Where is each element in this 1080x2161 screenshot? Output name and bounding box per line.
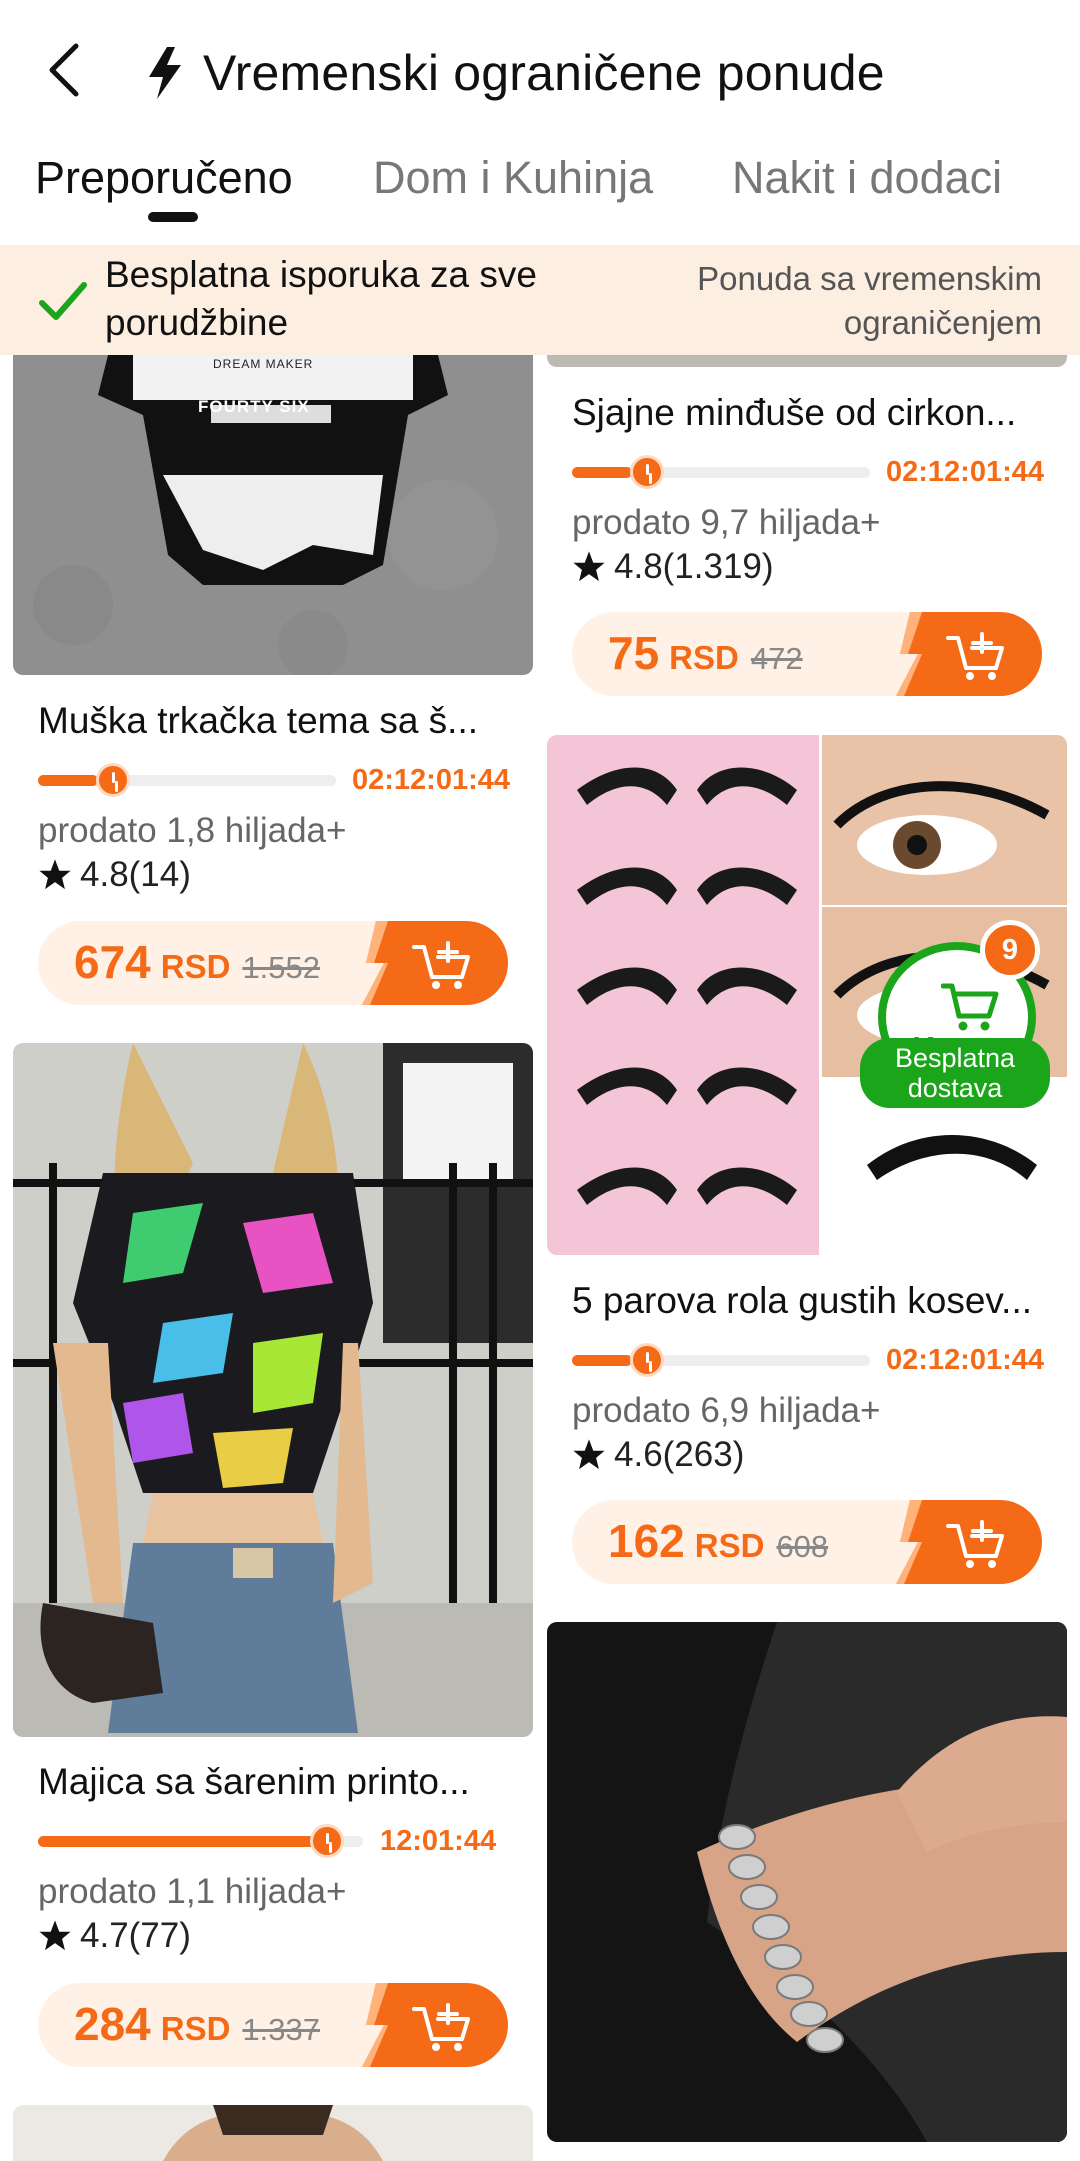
rating-value: 4.8 xyxy=(80,855,129,894)
countdown-timer: 02:12:01:44 xyxy=(886,1344,1044,1376)
review-count: (263) xyxy=(662,1435,745,1474)
review-count: (1.319) xyxy=(662,547,774,586)
price: 75 RSD 472 xyxy=(608,626,803,680)
sold-count: prodato 9,7 hiljada+ xyxy=(572,503,881,542)
star-icon xyxy=(573,551,605,582)
add-to-cart-icon[interactable] xyxy=(348,1983,508,2067)
header: Vremenski ograničene ponude xyxy=(0,0,1080,140)
active-tab-indicator xyxy=(148,212,198,222)
free-shipping-text: Besplatna isporuka za sve porudžbine xyxy=(105,254,537,343)
product-title[interactable]: Majica sa šarenim printo... xyxy=(38,1761,508,1803)
rating: 4.8 (1.319) xyxy=(572,547,774,587)
countdown-timer: 12:01:44 xyxy=(380,1825,497,1857)
price-value: 674 xyxy=(74,936,151,988)
sold-count: prodato 1,1 hiljada+ xyxy=(38,1872,347,1911)
price-bar[interactable]: 284 RSD 1.337 xyxy=(38,1983,508,2067)
sale-progress xyxy=(572,455,872,489)
add-to-cart-icon[interactable] xyxy=(882,612,1042,696)
price-value: 162 xyxy=(608,1515,685,1567)
tab-recommended[interactable]: Preporučeno xyxy=(35,152,293,204)
product-image-blouse[interactable] xyxy=(13,1043,533,1737)
price-bar[interactable]: 75 RSD 472 xyxy=(572,612,1042,696)
product-image-earrings[interactable] xyxy=(547,355,1067,367)
rating: 4.8 (14) xyxy=(38,855,191,895)
sale-progress xyxy=(572,1343,872,1377)
clock-icon xyxy=(310,1824,344,1858)
price-bar[interactable]: 674 RSD 1.552 xyxy=(38,921,508,1005)
sale-progress xyxy=(38,763,338,797)
cart-count-badge: 9 xyxy=(980,920,1040,980)
floating-cart[interactable]: Korpa 9 Besplatna dostava xyxy=(860,920,1050,1110)
cart-icon xyxy=(941,983,999,1031)
old-price: 1.552 xyxy=(242,950,321,985)
countdown-timer: 02:12:01:44 xyxy=(352,764,510,796)
price-bar[interactable]: 162 RSD 608 xyxy=(572,1500,1042,1584)
category-tabs: Preporučeno Dom i Kuhinja Nakit i dodaci xyxy=(0,140,1080,245)
currency: RSD xyxy=(160,948,231,985)
rating-value: 4.7 xyxy=(80,1916,129,1955)
promo-banner: Besplatna isporuka za sve porudžbine Pon… xyxy=(0,245,1080,355)
price: 284 RSD 1.337 xyxy=(74,1997,320,2051)
currency: RSD xyxy=(669,639,739,676)
product-title[interactable]: Sjajne minđuše od cirkon... xyxy=(572,392,1042,434)
rating-value: 4.8 xyxy=(614,547,663,586)
countdown-timer: 02:12:01:44 xyxy=(886,456,1044,488)
shirt-print-text: FOURTY SIX xyxy=(198,397,310,416)
sale-progress xyxy=(38,1824,368,1858)
free-delivery-badge: Besplatna dostava xyxy=(860,1038,1050,1108)
old-price: 472 xyxy=(750,641,803,676)
price-value: 284 xyxy=(74,1998,151,2050)
review-count: (77) xyxy=(128,1916,191,1955)
rating: 4.7 (77) xyxy=(38,1916,191,1956)
product-image-next[interactable] xyxy=(13,2105,533,2161)
star-icon xyxy=(39,859,71,890)
old-price: 1.337 xyxy=(242,2012,321,2047)
product-image-tshirt[interactable]: DREAM MAKER FOURTY SIX xyxy=(13,355,533,675)
product-image-bracelet[interactable] xyxy=(547,1622,1067,2142)
rating: 4.6 (263) xyxy=(572,1435,744,1475)
clock-icon xyxy=(630,455,664,489)
rating-value: 4.6 xyxy=(614,1435,663,1474)
tab-home-kitchen[interactable]: Dom i Kuhinja xyxy=(373,152,653,204)
sold-count: prodato 6,9 hiljada+ xyxy=(572,1391,881,1430)
price-value: 75 xyxy=(608,627,660,679)
lightning-icon xyxy=(149,47,181,99)
old-price: 608 xyxy=(776,1529,829,1564)
clock-icon xyxy=(96,763,130,797)
add-to-cart-icon[interactable] xyxy=(882,1500,1042,1584)
review-count: (14) xyxy=(128,855,191,894)
sold-count: prodato 1,8 hiljada+ xyxy=(38,811,347,850)
check-icon xyxy=(39,282,87,320)
star-icon xyxy=(573,1439,605,1470)
price: 162 RSD 608 xyxy=(608,1514,828,1568)
price: 674 RSD 1.552 xyxy=(74,935,320,989)
star-icon xyxy=(39,1920,71,1951)
clock-icon xyxy=(630,1343,664,1377)
tab-jewelry[interactable]: Nakit i dodaci xyxy=(732,152,1002,204)
title-wrap: Vremenski ograničene ponude xyxy=(145,38,885,108)
limited-offer-text: Ponuda sa vremenskim ograničenjem xyxy=(697,260,1042,341)
add-to-cart-icon[interactable] xyxy=(348,921,508,1005)
back-arrow-icon[interactable] xyxy=(40,40,90,100)
shirt-brand-text: DREAM MAKER xyxy=(213,357,314,371)
product-title[interactable]: Muška trkačka tema sa š... xyxy=(38,700,508,742)
currency: RSD xyxy=(160,2010,231,2047)
currency: RSD xyxy=(694,1527,765,1564)
product-title[interactable]: 5 parova rola gustih kosev... xyxy=(572,1280,1042,1322)
page-title: Vremenski ograničene ponude xyxy=(203,45,885,101)
